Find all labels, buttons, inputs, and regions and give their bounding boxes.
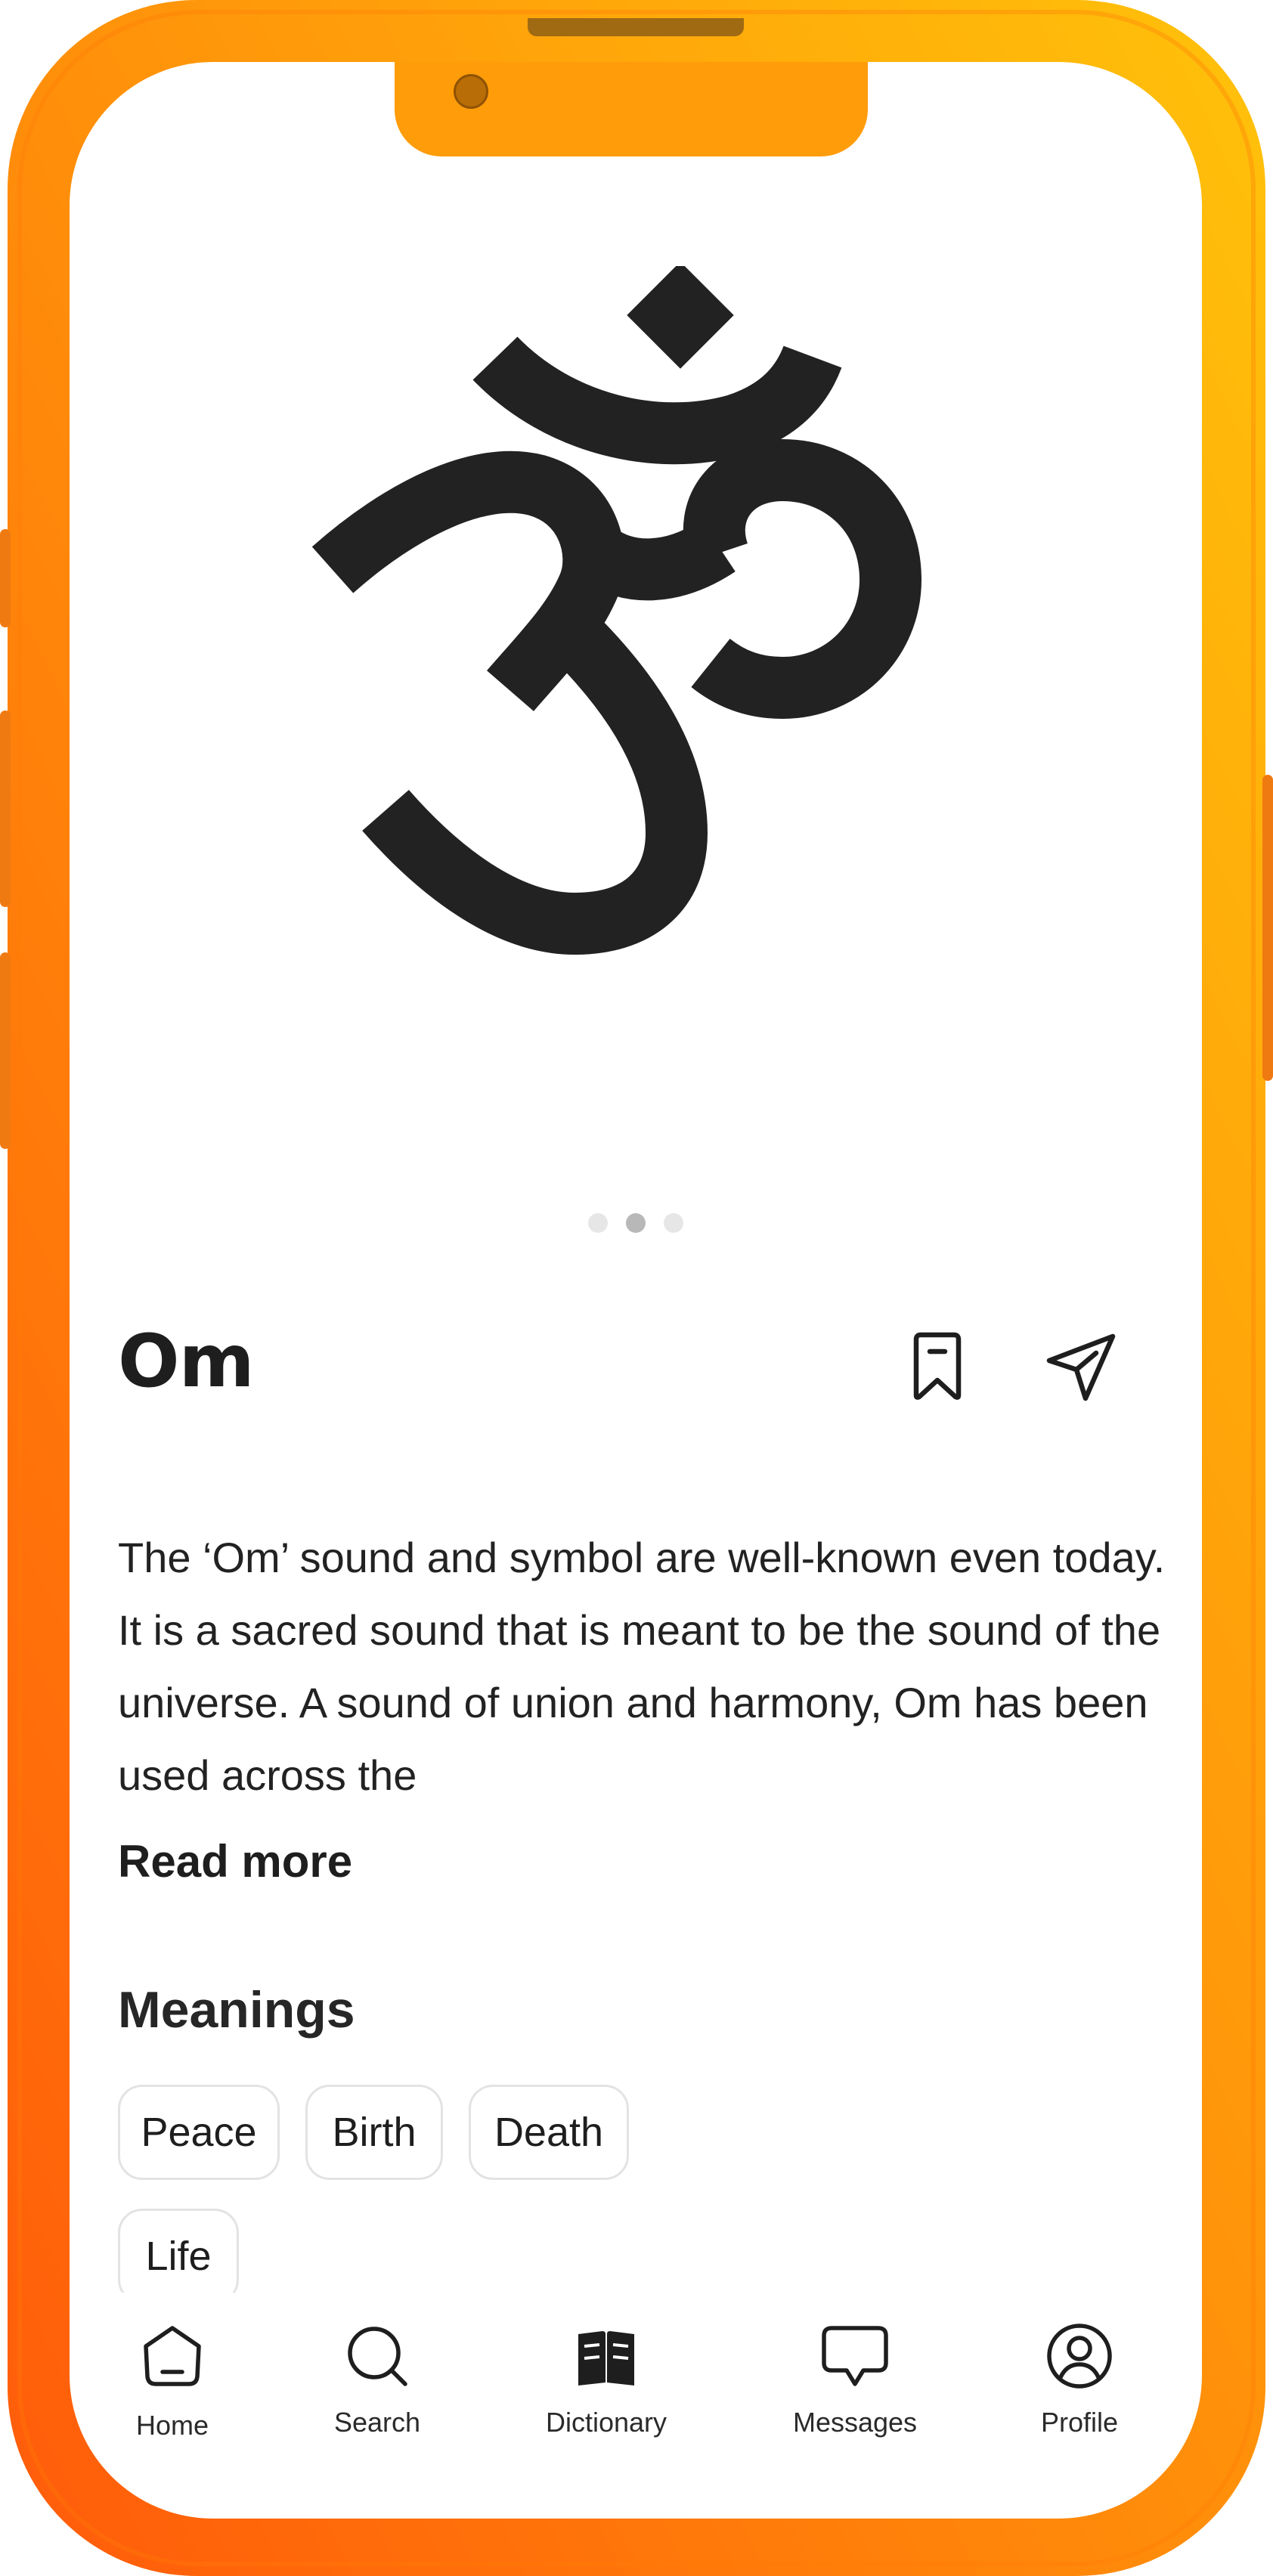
carousel-indicator[interactable] — [588, 1213, 683, 1233]
side-button-right — [1262, 775, 1273, 1081]
read-more-link[interactable]: Read more — [118, 1835, 352, 1887]
bookmark-icon[interactable] — [900, 1329, 975, 1404]
meaning-chip-death[interactable]: Death — [469, 2085, 629, 2180]
search-icon — [348, 2327, 407, 2386]
meaning-chip-birth[interactable]: Birth — [305, 2085, 443, 2180]
om-bindu — [627, 266, 734, 369]
side-button-left-3 — [0, 952, 11, 1149]
meaning-chip-life[interactable]: Life — [118, 2209, 239, 2293]
meanings-heading: Meanings — [118, 1981, 355, 2039]
phone-mockup: Om The ‘Om’ sound and symbol are well-kn… — [0, 0, 1273, 2576]
tab-dictionary-label: Dictionary — [545, 2407, 667, 2438]
carousel-dot-2[interactable] — [626, 1213, 646, 1233]
tab-dictionary[interactable]: Dictionary — [523, 2290, 689, 2457]
front-camera — [454, 74, 488, 109]
om-symbol-image[interactable] — [310, 266, 960, 969]
tab-messages-label: Messages — [792, 2407, 918, 2438]
speaker-grille — [528, 18, 744, 36]
symbol-description: The ‘Om’ sound and symbol are well-known… — [118, 1534, 1166, 1799]
send-icon[interactable] — [1043, 1329, 1119, 1404]
side-button-left-2 — [0, 711, 11, 907]
tab-messages[interactable]: Messages — [772, 2290, 938, 2457]
meanings-chip-list: Peace Birth Death Life — [118, 2085, 1101, 2293]
tab-profile[interactable]: Profile — [996, 2290, 1163, 2457]
carousel-dot-1[interactable] — [588, 1213, 608, 1233]
profile-icon — [1047, 2324, 1112, 2389]
carousel-dot-3[interactable] — [664, 1213, 683, 1233]
side-button-left-1 — [0, 529, 11, 627]
home-icon — [144, 2326, 201, 2386]
tab-search-label: Search — [333, 2407, 421, 2438]
symbol-title: Om — [118, 1319, 255, 1404]
tab-profile-label: Profile — [1040, 2407, 1119, 2438]
message-icon — [822, 2326, 888, 2386]
meaning-chip-peace[interactable]: Peace — [118, 2085, 280, 2180]
tab-search[interactable]: Search — [294, 2290, 460, 2457]
book-icon — [578, 2331, 634, 2386]
tab-home-label: Home — [135, 2410, 209, 2441]
tab-home[interactable]: Home — [89, 2290, 256, 2457]
bottom-tab-bar: Home Search Dictionary Messages Profile — [70, 2290, 1202, 2457]
